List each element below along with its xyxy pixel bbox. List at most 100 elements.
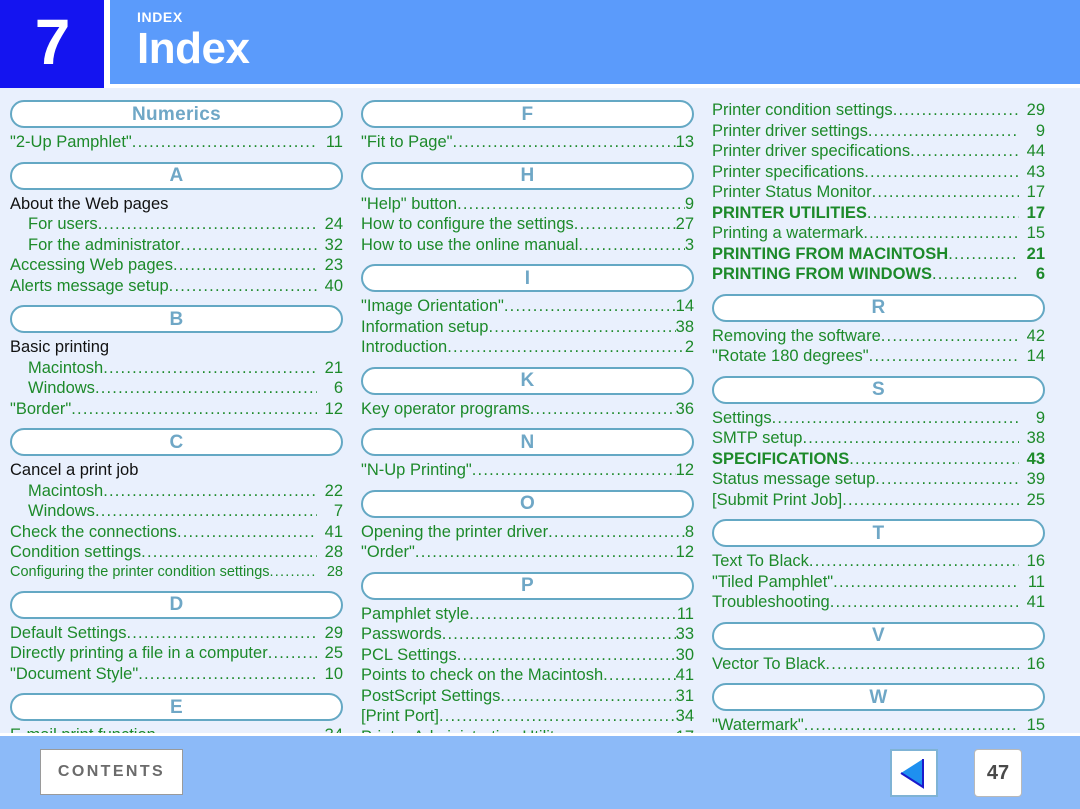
index-entry[interactable]: "Help" button...........................…	[361, 194, 694, 215]
page-number-box[interactable]: 47	[974, 749, 1022, 797]
dot-leader: ........................................…	[452, 133, 676, 151]
index-entry[interactable]: Windows.................................…	[10, 501, 343, 522]
dot-leader: ........................................…	[829, 593, 1019, 611]
index-entry[interactable]: [Print Port]............................…	[361, 706, 694, 727]
dot-leader: ........................................…	[471, 461, 676, 479]
index-entry[interactable]: Introduction............................…	[361, 337, 694, 358]
index-entry-page: 11	[1027, 572, 1045, 591]
index-entry[interactable]: "N-Up Printing".........................…	[361, 460, 694, 481]
index-entry[interactable]: How to configure the settings...........…	[361, 214, 694, 235]
index-entry[interactable]: "Image Orientation".....................…	[361, 296, 694, 317]
index-entry[interactable]: For users...............................…	[10, 214, 343, 235]
index-entry[interactable]: Passwords...............................…	[361, 624, 694, 645]
index-entry-label: Alerts message setup	[10, 276, 169, 295]
index-entry[interactable]: Printer Status Monitor..................…	[712, 182, 1045, 203]
dot-leader: ........................................…	[500, 686, 675, 705]
dot-leader: ........................................…	[126, 623, 317, 642]
index-entry-label: Macintosh	[28, 481, 104, 500]
index-entry[interactable]: Printer driver settings.................…	[712, 121, 1045, 142]
index-entry[interactable]: For the administrator...................…	[10, 235, 343, 256]
index-entry[interactable]: Printer specifications..................…	[712, 162, 1045, 183]
index-entry[interactable]: Windows.................................…	[10, 378, 343, 399]
index-entry[interactable]: PRINTING FROM WINDOWS...................…	[712, 264, 1045, 285]
index-entry[interactable]: "Document Style"........................…	[10, 664, 343, 685]
index-entry[interactable]: "Rotate 180 degrees"....................…	[712, 346, 1045, 367]
dot-leader: ........................................…	[103, 358, 317, 377]
index-entry[interactable]: SPECIFICATIONS..........................…	[712, 449, 1045, 470]
index-entry[interactable]: Status message setup....................…	[712, 469, 1045, 490]
index-entry[interactable]: Accessing Web pages.....................…	[10, 255, 343, 276]
index-entry[interactable]: "2-Up Pamphlet".........................…	[10, 132, 343, 153]
dot-leader: ........................................…	[438, 707, 676, 725]
index-entry[interactable]: Removing the software...................…	[712, 326, 1045, 347]
index-entry-label: Default Settings	[10, 623, 127, 642]
index-entry-page: 12	[675, 543, 694, 561]
index-entry-label: "Border"	[10, 399, 72, 418]
index-entry[interactable]: How to use the online manual............…	[361, 235, 694, 256]
index-entry[interactable]: PRINTING FROM MACINTOSH.................…	[712, 244, 1045, 265]
index-entry-page: 23	[324, 256, 343, 274]
index-entry-page: 24	[324, 215, 343, 233]
index-entry[interactable]: Printer driver specifications...........…	[712, 141, 1045, 162]
section-letter-r: R	[712, 293, 1045, 322]
index-entry-label: Condition settings	[10, 543, 142, 561]
index-entry[interactable]: PRINTER UTILITIES.......................…	[712, 203, 1045, 224]
index-entry-page: 17	[1026, 183, 1045, 201]
index-entry[interactable]: PCL Settings............................…	[361, 645, 694, 666]
dot-leader: ........................................…	[910, 142, 1019, 160]
index-entry-label: Printer Status Monitor	[712, 183, 872, 201]
index-entry-page: 28	[324, 543, 343, 561]
index-entry[interactable]: Configuring the printer condition settin…	[10, 563, 343, 582]
index-entry-label: Directly printing a file in a computer	[10, 644, 268, 662]
index-entry-label: Introduction	[361, 338, 448, 356]
index-entry[interactable]: Directly printing a file in a computer..…	[10, 643, 343, 664]
index-entry-label: Accessing Web pages	[10, 256, 173, 274]
index-entry[interactable]: Pamphlet style..........................…	[361, 604, 694, 625]
back-arrow-button[interactable]	[890, 749, 938, 797]
index-entry[interactable]: "Fit to Page"...........................…	[361, 132, 694, 153]
index-entry[interactable]: Printing a watermark....................…	[712, 223, 1045, 244]
index-entry-label: [Print Port]	[361, 707, 439, 725]
index-entry-page: 12	[324, 399, 343, 418]
section-letter-c: C	[10, 428, 343, 456]
index-entry[interactable]: Check the connections...................…	[10, 522, 343, 543]
section-letter-e: E	[10, 693, 343, 721]
index-entry[interactable]: "Tiled Pamphlet"........................…	[712, 572, 1045, 593]
index-entry-label: Settings	[712, 408, 772, 427]
section-letter-label: A	[169, 165, 184, 186]
section-letter-label: O	[519, 493, 536, 514]
index-entry[interactable]: Vector To Black.........................…	[712, 654, 1045, 675]
index-entry[interactable]: PostScript Settings.....................…	[361, 686, 694, 707]
index-entry[interactable]: "Order".................................…	[361, 542, 694, 563]
index-entry[interactable]: Macintosh...............................…	[10, 481, 343, 502]
contents-button[interactable]: CONTENTS	[40, 749, 183, 795]
index-entry-page: 2	[684, 338, 694, 356]
index-entry-label: Printing a watermark	[712, 224, 864, 242]
index-entry[interactable]: Macintosh...............................…	[10, 358, 343, 379]
dot-leader: ........................................…	[866, 203, 1019, 222]
index-entry[interactable]: Key operator programs...................…	[361, 399, 694, 420]
index-entry[interactable]: Information setup.......................…	[361, 317, 694, 338]
index-entry[interactable]: Condition settings......................…	[10, 542, 343, 563]
section-letter-label: P	[521, 575, 534, 596]
index-entry-label: Status message setup	[712, 470, 876, 488]
index-entry[interactable]: Opening the printer driver..............…	[361, 522, 694, 543]
page-header: 7 INDEX Index	[0, 0, 1080, 88]
section-letter-label: C	[169, 431, 184, 453]
index-entry-page: 17	[1026, 203, 1045, 222]
index-entry[interactable]: Points to check on the Macintosh........…	[361, 665, 694, 686]
index-entry-page: 13	[675, 133, 694, 151]
index-entry[interactable]: SMTP setup..............................…	[712, 428, 1045, 449]
index-entry[interactable]: [Submit Print Job]......................…	[712, 490, 1045, 511]
index-entry[interactable]: Printer condition settings..............…	[712, 100, 1045, 121]
index-entry[interactable]: Settings................................…	[712, 408, 1045, 429]
index-entry-label: For users	[28, 215, 98, 233]
index-entry[interactable]: "Border"................................…	[10, 399, 343, 420]
dot-leader: ........................................…	[103, 481, 317, 500]
index-entry[interactable]: Troubleshooting.........................…	[712, 592, 1045, 613]
index-entry[interactable]: Default Settings........................…	[10, 623, 343, 644]
index-entry-page: 16	[1026, 552, 1045, 570]
section-letter-label: F	[521, 103, 534, 125]
index-entry[interactable]: Alerts message setup....................…	[10, 276, 343, 297]
index-entry[interactable]: Text To Black...........................…	[712, 551, 1045, 572]
